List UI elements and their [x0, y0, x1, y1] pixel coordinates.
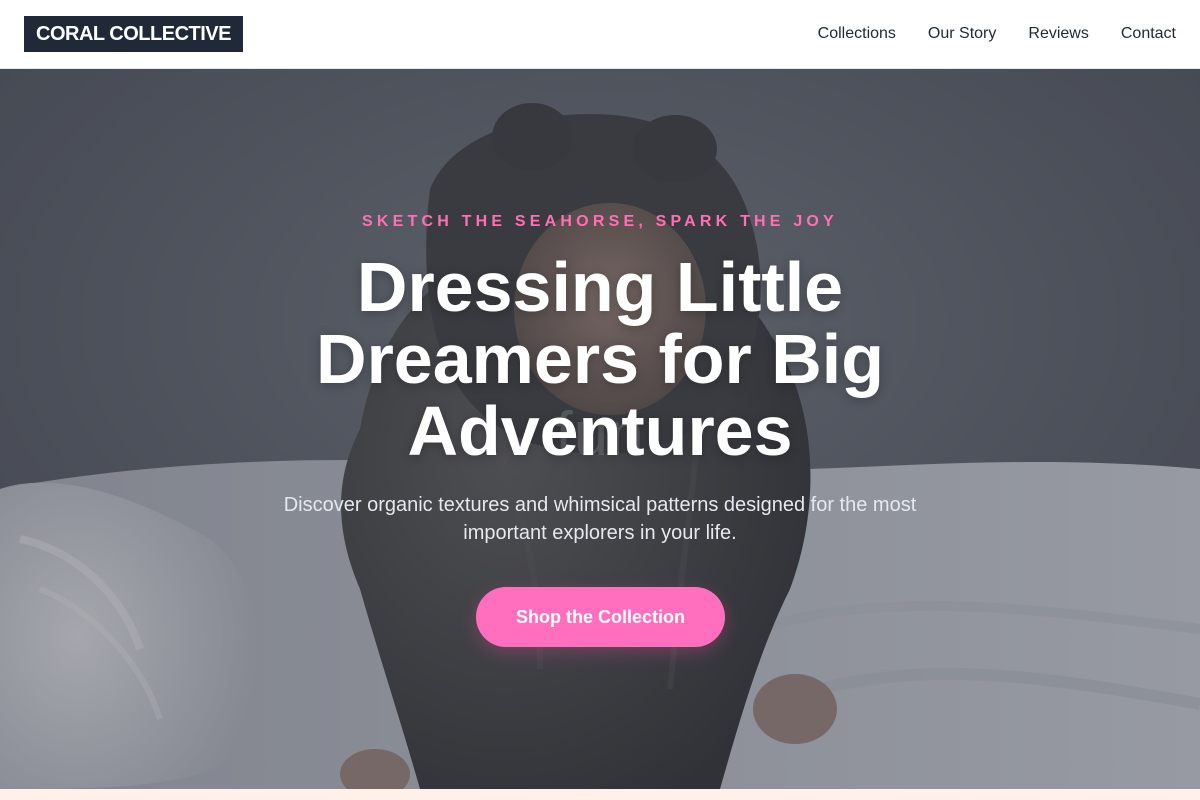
hero-subtitle: Discover organic textures and whimsical …	[283, 494, 917, 544]
next-section-strip	[0, 789, 1200, 800]
nav-link-contact[interactable]: Contact	[1121, 25, 1176, 43]
hero-eyebrow: SKETCH THE SEAHORSE, SPARK THE JOY	[362, 213, 838, 230]
main-nav: Collections Our Story Reviews Contact	[818, 25, 1176, 43]
hero-content: fun SKETCH THE SEAHORSE, SPARK THE JOY D…	[0, 69, 1200, 789]
nav-link-our-story[interactable]: Our Story	[928, 25, 996, 43]
nav-link-reviews[interactable]: Reviews	[1028, 25, 1088, 43]
hero-title: Dressing Little Dreamers for Big Adventu…	[316, 248, 884, 470]
nav-link-collections[interactable]: Collections	[818, 25, 896, 43]
shop-collection-button[interactable]: Shop the Collection	[476, 587, 725, 647]
site-header: CORAL COLLECTIVE Collections Our Story R…	[0, 0, 1200, 69]
hero-section: fun SKETCH THE SEAHORSE, SPARK THE JOY D…	[0, 69, 1200, 789]
brand-logo[interactable]: CORAL COLLECTIVE	[24, 16, 243, 52]
